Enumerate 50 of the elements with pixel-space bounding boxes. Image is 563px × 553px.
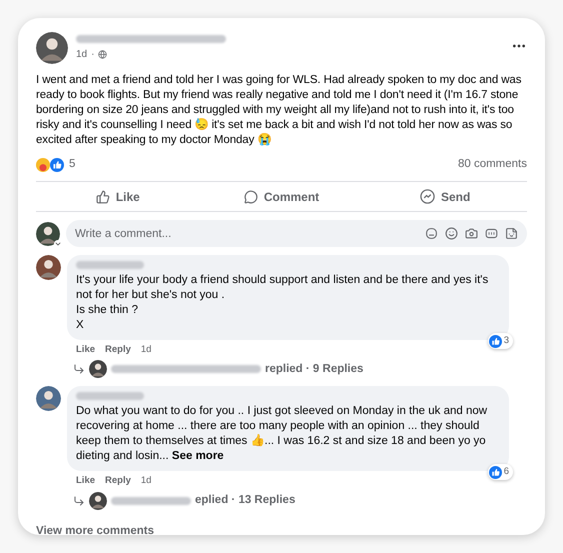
replies-link[interactable]: eplied · 13 Replies: [195, 492, 296, 510]
gif-icon[interactable]: [485, 227, 498, 240]
separator-dot: ·: [91, 48, 94, 62]
view-more-comments-link[interactable]: View more comments: [36, 524, 154, 536]
like-reaction-icon: [488, 466, 502, 479]
reply-link[interactable]: Reply: [105, 474, 131, 488]
globe-icon: [98, 50, 108, 59]
avatar[interactable]: [36, 32, 68, 64]
comment-icon: [244, 190, 258, 204]
see-more-link[interactable]: See more: [168, 450, 224, 462]
reply-arrow-icon: [73, 363, 85, 376]
like-link[interactable]: Like: [76, 343, 96, 358]
avatar[interactable]: [89, 360, 107, 378]
comment-time[interactable]: 1d: [140, 474, 152, 488]
replies-link[interactable]: replied · 9 Replies: [265, 360, 364, 378]
reaction-badge[interactable]: 6: [488, 464, 513, 480]
reaction-count[interactable]: 5: [69, 156, 76, 174]
comment-text: Do what you want to do for you .. I just got sleeved on Monday in the uk and now recovering at home ... there are too many people with an opinion ... they should keep them to themselves at times 👍... I was 16.2 st and size 18 and been yo yo dieting and losin... See more: [76, 404, 488, 464]
comment-time[interactable]: 1d: [140, 343, 152, 358]
reaction-badge[interactable]: 3: [488, 333, 513, 349]
reply-arrow-icon: [73, 494, 85, 506]
comment-field[interactable]: Write a comment...: [66, 220, 527, 247]
sticker-icon[interactable]: [505, 227, 518, 240]
like-reaction-icon: [488, 334, 502, 348]
action-button[interactable]: Comment: [200, 182, 364, 211]
camera-icon[interactable]: [465, 227, 478, 240]
comment-count[interactable]: 80 comments: [458, 156, 527, 174]
comment-text: X: [76, 318, 85, 333]
avatar[interactable]: [36, 222, 60, 246]
like-reaction-icon: [50, 158, 64, 172]
emoji-icon[interactable]: [445, 227, 458, 240]
action-button[interactable]: Send: [363, 182, 528, 211]
blurred-name: [76, 261, 144, 269]
blurred-name: [76, 392, 144, 400]
avatar[interactable]: [89, 492, 107, 510]
avatar[interactable]: [36, 255, 61, 280]
avatar[interactable]: [36, 386, 61, 412]
avatar-sticker-icon[interactable]: [425, 227, 438, 240]
reply-link[interactable]: Reply: [105, 343, 131, 358]
messenger-icon: [420, 189, 435, 204]
like-link[interactable]: Like: [76, 474, 96, 488]
care-reaction-icon: [36, 158, 50, 172]
like-icon: [96, 190, 110, 204]
comment-text: Is she thin ?: [76, 303, 140, 318]
reaction-count: 6: [504, 465, 509, 480]
post-time[interactable]: 1d: [76, 47, 88, 62]
post-text: I went and met a friend and told her I was going for WLS. Had already spoken to my doc and was ready to book flights. But my friend was really negative and told me I don't need it (I'm 16.7 stone bordering on size 20 jeans and struggled with my weight all my life)and not to rush into it, it's too risky and it's counselling I need 😓 it's set me back a bit and wish I'd not told her now as was so excited after speaking to my doctor Monday 😭: [36, 73, 522, 148]
comment-text: It's your life your body a friend should support and listen and be there and yes it's not for her but she's not you .: [76, 273, 490, 303]
action-button[interactable]: Like: [36, 182, 200, 211]
reaction-count: 3: [504, 334, 509, 348]
